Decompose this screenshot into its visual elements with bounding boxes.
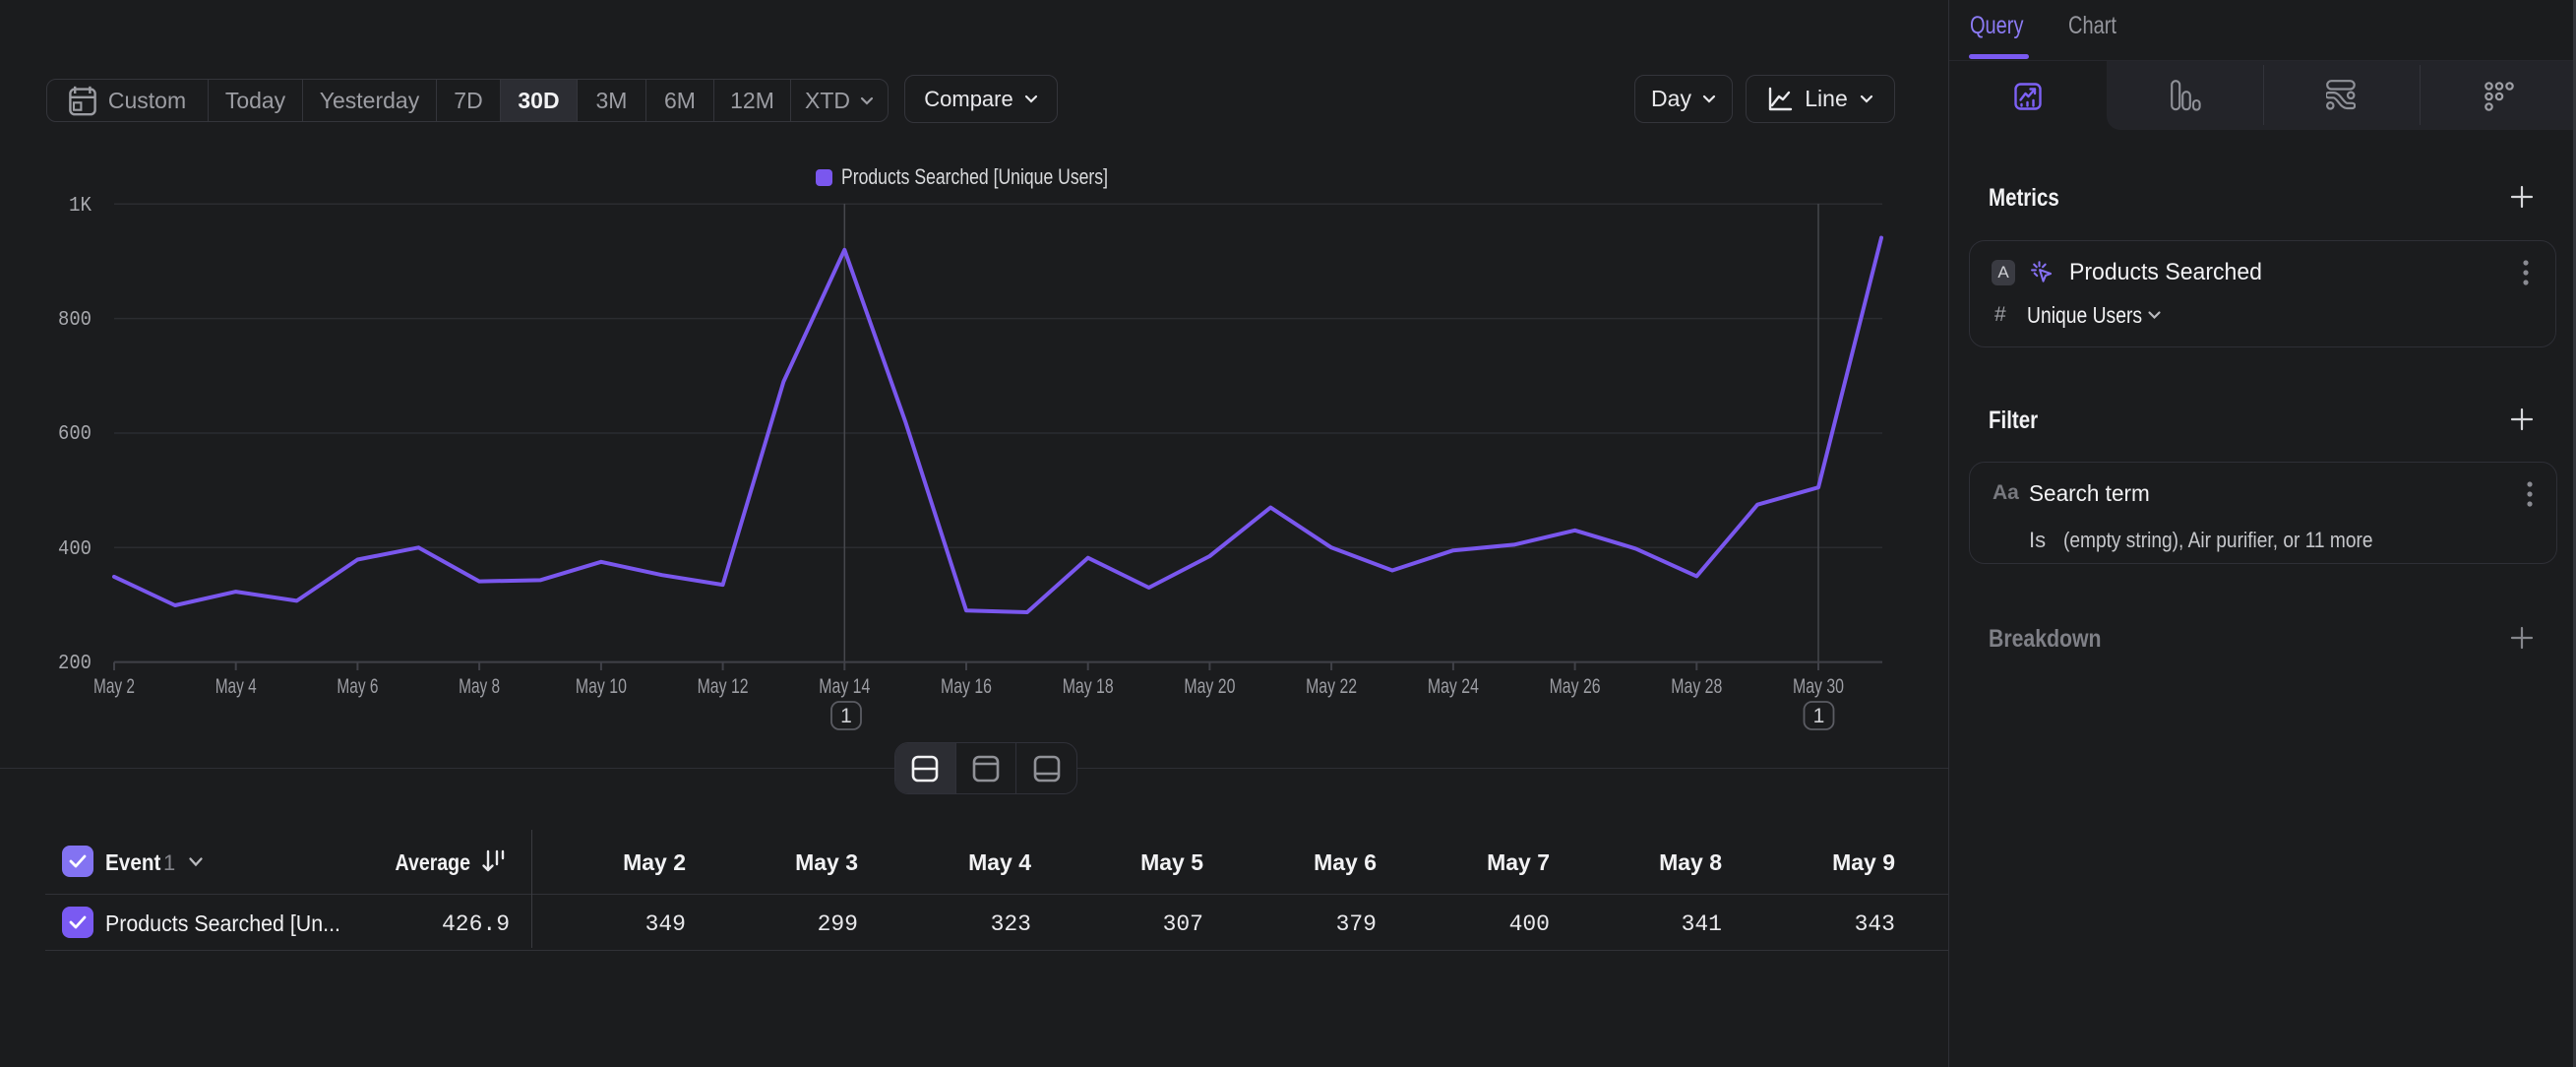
- svg-text:May 22: May 22: [1306, 675, 1357, 698]
- svg-text:800: 800: [58, 309, 92, 332]
- svg-text:May 2: May 2: [93, 675, 135, 698]
- svg-text:600: 600: [58, 423, 92, 446]
- svg-text:May 4: May 4: [215, 675, 257, 698]
- svg-text:May 16: May 16: [941, 675, 992, 698]
- svg-text:1: 1: [840, 705, 852, 727]
- svg-text:May 18: May 18: [1063, 675, 1114, 698]
- svg-text:May 8: May 8: [459, 675, 500, 698]
- svg-text:May 6: May 6: [337, 675, 378, 698]
- svg-text:May 14: May 14: [819, 675, 870, 698]
- svg-text:1K: 1K: [69, 195, 92, 218]
- svg-text:May 24: May 24: [1428, 675, 1479, 698]
- svg-text:200: 200: [58, 653, 92, 675]
- svg-text:May 30: May 30: [1793, 675, 1844, 698]
- svg-text:400: 400: [58, 538, 92, 561]
- svg-text:May 12: May 12: [698, 675, 749, 698]
- svg-text:May 26: May 26: [1550, 675, 1601, 698]
- svg-text:1: 1: [1813, 705, 1825, 727]
- svg-text:May 28: May 28: [1671, 675, 1722, 698]
- svg-text:May 20: May 20: [1184, 675, 1235, 698]
- svg-text:May 10: May 10: [576, 675, 627, 698]
